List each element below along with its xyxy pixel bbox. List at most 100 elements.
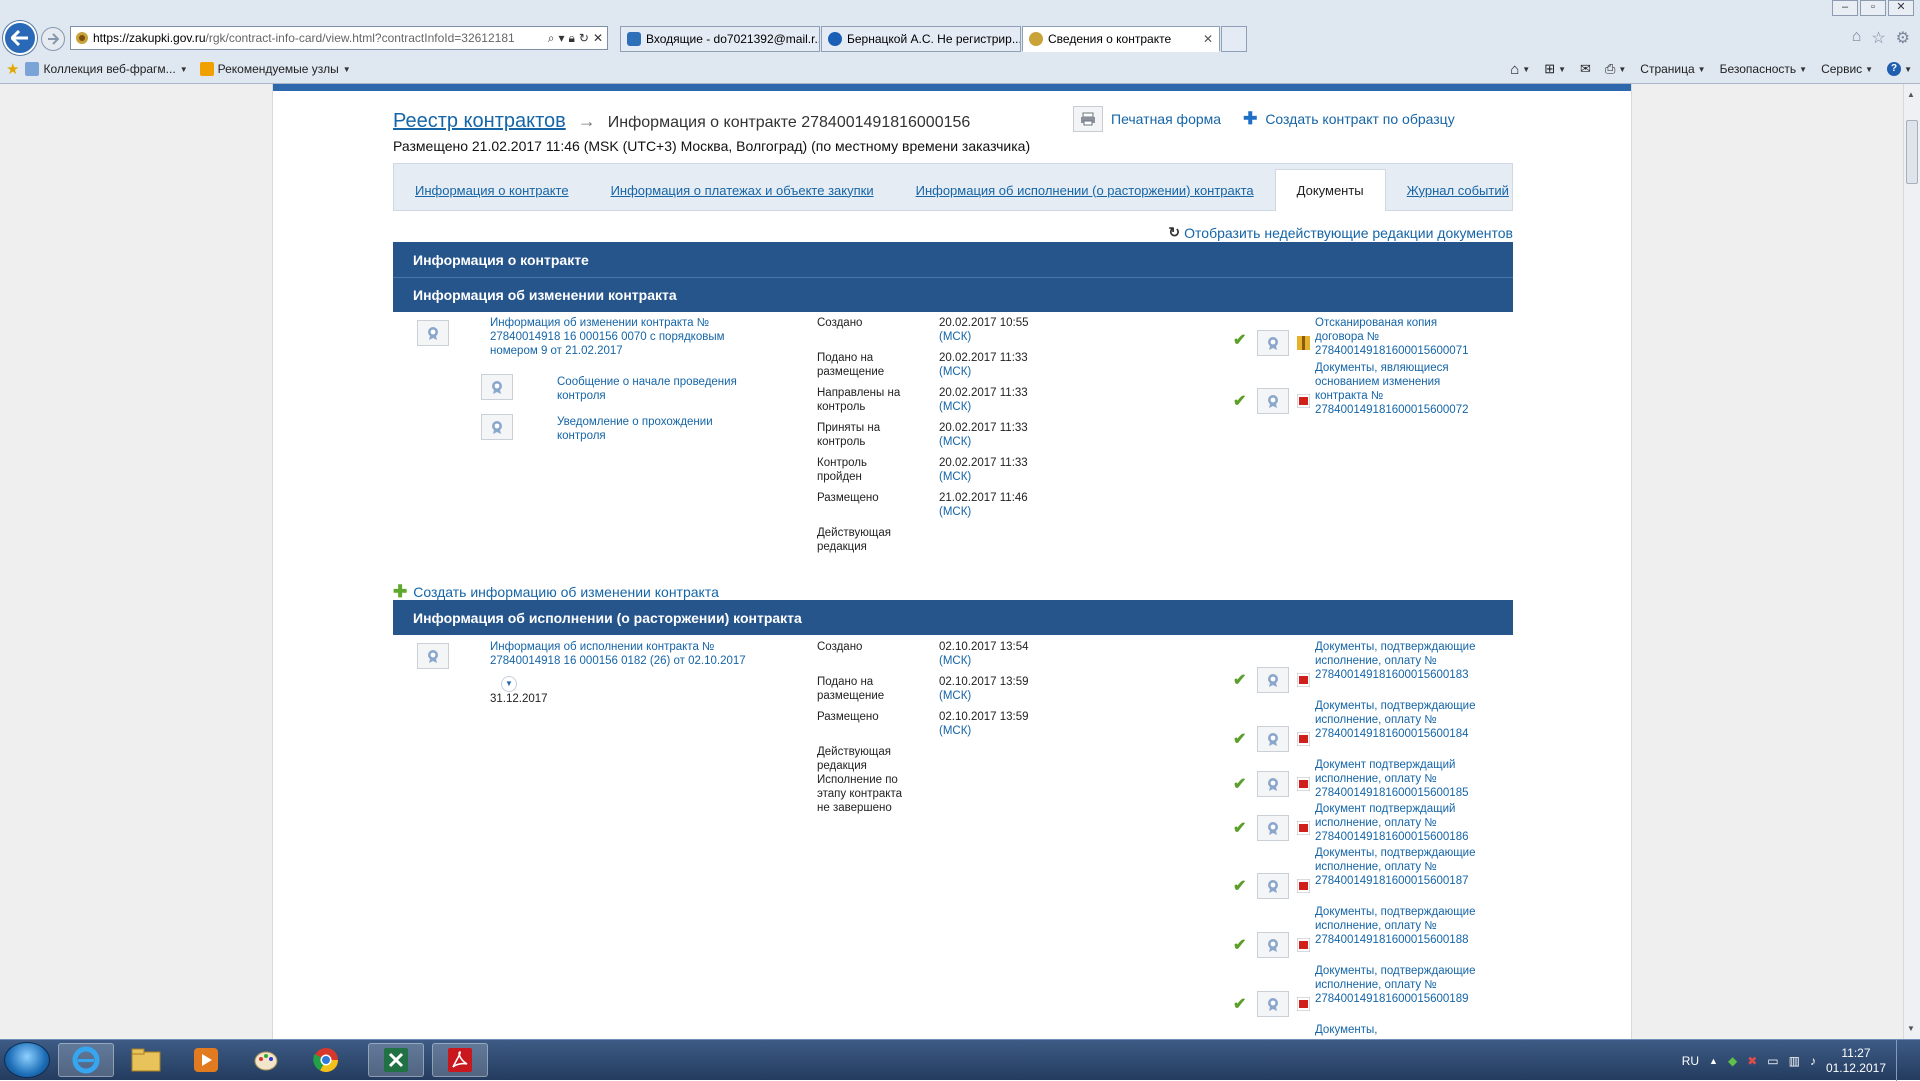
browser-tab-mail[interactable]: Входящие - do7021392@mail.r... — [620, 26, 820, 52]
volume-icon[interactable]: ♪ — [1810, 1054, 1816, 1068]
language-indicator[interactable]: RU — [1682, 1054, 1699, 1068]
home-icon[interactable]: ⌂ — [1852, 28, 1862, 48]
dropdown-icon[interactable]: ▾ — [558, 31, 564, 46]
tab-execution[interactable]: Информация об исполнении (о расторжении)… — [895, 170, 1275, 210]
print-menu[interactable]: ⎙ ▼ — [1605, 61, 1626, 77]
mail-menu[interactable]: ✉ — [1580, 61, 1591, 77]
maximize-button[interactable]: ▫ — [1860, 0, 1886, 16]
stamp-button[interactable] — [1257, 726, 1289, 752]
stop-icon[interactable]: ✕ — [593, 31, 603, 46]
control-passed-link[interactable]: Уведомление о прохождении контроля — [557, 415, 757, 443]
forward-button[interactable] — [41, 27, 65, 51]
document-link[interactable]: Документы, подтверждающие исполнение, оп… — [1315, 699, 1485, 741]
document-link[interactable]: Документы, — [1315, 1023, 1485, 1037]
help-menu[interactable]: ? ▼ — [1887, 62, 1912, 76]
tab-contract-info[interactable]: Информация о контракте — [394, 170, 590, 210]
document-link[interactable]: Документы, подтверждающие исполнение, оп… — [1315, 846, 1485, 888]
service-menu[interactable]: Сервис ▼ — [1821, 62, 1873, 76]
document-link[interactable]: Отсканированая копия договора № 27840014… — [1315, 316, 1485, 358]
help-icon: ? — [1887, 62, 1902, 76]
document-link[interactable]: Документы, подтверждающие исполнение, оп… — [1315, 905, 1485, 947]
breadcrumb-registry-link[interactable]: Реестр контрактов — [393, 110, 566, 133]
taskbar-explorer[interactable] — [118, 1043, 174, 1077]
favorites-item-suggested[interactable]: Рекомендуемые узлы ▼ — [199, 62, 351, 76]
stamp-button[interactable] — [1257, 991, 1289, 1017]
refresh-icon[interactable]: ↻ — [579, 31, 589, 46]
address-bar[interactable]: https://zakupki.gov.ru/rgk/contract-info… — [70, 26, 608, 50]
page-menu[interactable]: Страница ▼ — [1640, 62, 1705, 76]
change-info-link[interactable]: Информация об изменении контракта № 2784… — [490, 316, 740, 358]
taskbar-paint[interactable] — [238, 1043, 294, 1077]
scrollbar-thumb[interactable] — [1906, 120, 1918, 184]
stamp-button[interactable] — [1257, 388, 1289, 414]
tray-battery-icon[interactable]: ▭ — [1767, 1054, 1778, 1068]
browser-tab-active[interactable]: Сведения о контракте ✕ — [1022, 26, 1220, 52]
home-menu[interactable]: ⌂ ▼ — [1510, 61, 1530, 78]
site-favicon-icon — [76, 32, 88, 44]
network-icon[interactable]: ▥ — [1789, 1054, 1800, 1068]
back-button[interactable] — [3, 21, 37, 55]
browser-tab-doc[interactable]: Бернацкой А.С. Не регистрир... — [821, 26, 1021, 52]
new-tab-button[interactable] — [1221, 26, 1247, 52]
chevron-down-icon: ▼ — [1799, 64, 1808, 74]
stamp-button[interactable] — [481, 374, 513, 400]
stamp-button[interactable] — [417, 643, 449, 669]
taskbar-excel[interactable] — [368, 1043, 424, 1077]
create-change-button[interactable]: ✚ Создать информацию об изменении контра… — [393, 582, 719, 602]
status-value: 20.02.2017 10:55 (МСК) — [939, 316, 1029, 344]
taskbar-acrobat[interactable] — [432, 1043, 488, 1077]
chevron-down-icon: ▼ — [179, 64, 188, 74]
tray-security-icon[interactable]: ✖ — [1747, 1054, 1757, 1068]
tray-app-icon[interactable]: ◆ — [1728, 1054, 1737, 1068]
control-start-link[interactable]: Сообщение о начале проведения контроля — [557, 375, 757, 403]
tray-expand-icon[interactable]: ▲ — [1709, 1056, 1718, 1066]
settings-gear-icon[interactable]: ⚙ — [1896, 28, 1910, 48]
tab-payments[interactable]: Информация о платежах и объекте закупки — [590, 170, 895, 210]
feeds-menu[interactable]: ⊞ ▼ — [1544, 61, 1566, 77]
document-link[interactable]: Документы, подтверждающие исполнение, оп… — [1315, 640, 1485, 682]
create-by-sample-button[interactable]: ✚ Создать контракт по образцу — [1243, 109, 1455, 129]
tab-event-log[interactable]: Журнал событий — [1386, 170, 1530, 210]
stamp-button[interactable] — [1257, 330, 1289, 356]
stamp-button[interactable] — [1257, 771, 1289, 797]
clock[interactable]: 11:27 01.12.2017 — [1826, 1046, 1886, 1076]
close-window-button[interactable]: ✕ — [1888, 0, 1914, 16]
favorites-star-icon[interactable]: ☆ — [1871, 28, 1885, 48]
status-label: Размещено — [817, 711, 879, 723]
home-icon: ⌂ — [1510, 60, 1520, 78]
document-link[interactable]: Документы, являющиеся основанием изменен… — [1315, 361, 1485, 417]
document-link[interactable]: Документы, подтверждающие исполнение, оп… — [1315, 964, 1485, 1006]
status-tz: (МСК) — [939, 690, 972, 702]
search-icon[interactable]: ⌕ — [548, 31, 555, 46]
expand-chevron-icon[interactable]: ▼ — [501, 676, 517, 692]
minimize-button[interactable]: – — [1832, 0, 1858, 16]
lock-icon[interactable]: 🔒︎ — [568, 31, 574, 46]
stamp-button[interactable] — [1257, 932, 1289, 958]
webslice-icon — [25, 62, 40, 76]
tab-documents[interactable]: Документы — [1274, 169, 1386, 211]
stamp-button[interactable] — [1257, 873, 1289, 899]
taskbar-media[interactable] — [178, 1043, 234, 1077]
stamp-button[interactable] — [1257, 667, 1289, 693]
document-link[interactable]: Документ подтверждащий исполнение, оплат… — [1315, 802, 1485, 844]
status-value: 20.02.2017 11:33 (МСК) — [939, 351, 1028, 379]
start-button[interactable] — [4, 1042, 50, 1078]
scroll-down-icon[interactable]: ▼ — [1907, 1024, 1915, 1033]
print-form-button[interactable]: Печатная форма — [1073, 106, 1221, 132]
security-menu[interactable]: Безопасность ▼ — [1720, 62, 1807, 76]
chevron-down-icon: ▼ — [1697, 64, 1706, 74]
document-link[interactable]: Документ подтверждащий исполнение, оплат… — [1315, 758, 1485, 800]
show-inactive-link[interactable]: ↻ Отобразить недействующие редакции доку… — [1168, 224, 1513, 241]
vertical-scrollbar[interactable]: ▲ ▼ — [1903, 84, 1920, 1039]
execution-info-link[interactable]: Информация об исполнении контракта № 278… — [490, 640, 770, 668]
scroll-up-icon[interactable]: ▲ — [1907, 90, 1915, 99]
stamp-button[interactable] — [481, 414, 513, 440]
show-desktop-button[interactable] — [1896, 1040, 1906, 1081]
taskbar-ie[interactable] — [58, 1043, 114, 1077]
stamp-button[interactable] — [417, 320, 449, 346]
add-favorite-star-icon[interactable]: ★ — [6, 60, 19, 78]
close-tab-icon[interactable]: ✕ — [1195, 32, 1213, 46]
stamp-button[interactable] — [1257, 815, 1289, 841]
taskbar-chrome[interactable] — [298, 1043, 354, 1077]
favorites-item-webslices[interactable]: Коллекция веб-фрагм... ▼ — [25, 62, 188, 76]
